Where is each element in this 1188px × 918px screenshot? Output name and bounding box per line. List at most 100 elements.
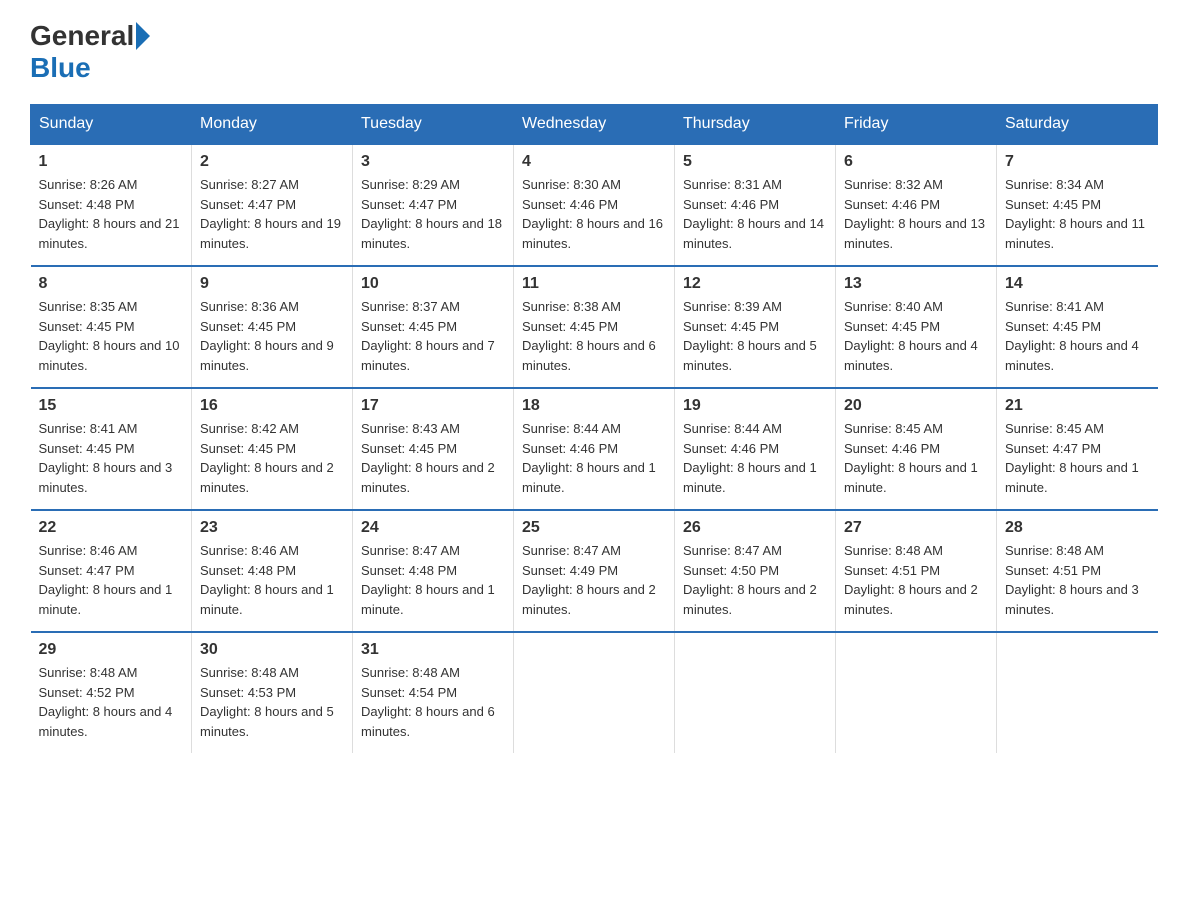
calendar-cell: 5 Sunrise: 8:31 AMSunset: 4:46 PMDayligh… [675,144,836,266]
day-number: 9 [200,275,344,293]
calendar-week-row: 8 Sunrise: 8:35 AMSunset: 4:45 PMDayligh… [31,266,1158,388]
calendar-cell: 9 Sunrise: 8:36 AMSunset: 4:45 PMDayligh… [192,266,353,388]
day-number: 6 [844,153,988,171]
day-info: Sunrise: 8:32 AMSunset: 4:46 PMDaylight:… [844,175,988,253]
calendar-cell: 27 Sunrise: 8:48 AMSunset: 4:51 PMDaylig… [836,510,997,632]
day-number: 5 [683,153,827,171]
header-wednesday: Wednesday [514,105,675,145]
day-number: 2 [200,153,344,171]
day-number: 14 [1005,275,1150,293]
day-number: 20 [844,397,988,415]
day-info: Sunrise: 8:30 AMSunset: 4:46 PMDaylight:… [522,175,666,253]
day-info: Sunrise: 8:39 AMSunset: 4:45 PMDaylight:… [683,297,827,375]
logo-general-text: General [30,20,134,52]
day-number: 29 [39,641,184,659]
logo-triangle-icon [136,22,150,50]
day-info: Sunrise: 8:37 AMSunset: 4:45 PMDaylight:… [361,297,505,375]
calendar-cell: 28 Sunrise: 8:48 AMSunset: 4:51 PMDaylig… [997,510,1158,632]
header-monday: Monday [192,105,353,145]
calendar-week-row: 1 Sunrise: 8:26 AMSunset: 4:48 PMDayligh… [31,144,1158,266]
calendar-cell: 31 Sunrise: 8:48 AMSunset: 4:54 PMDaylig… [353,632,514,753]
day-number: 27 [844,519,988,537]
day-number: 25 [522,519,666,537]
day-info: Sunrise: 8:44 AMSunset: 4:46 PMDaylight:… [522,419,666,497]
day-number: 16 [200,397,344,415]
page-header: General Blue [30,20,1158,84]
day-info: Sunrise: 8:48 AMSunset: 4:51 PMDaylight:… [844,541,988,619]
header-sunday: Sunday [31,105,192,145]
day-info: Sunrise: 8:34 AMSunset: 4:45 PMDaylight:… [1005,175,1150,253]
calendar-cell: 24 Sunrise: 8:47 AMSunset: 4:48 PMDaylig… [353,510,514,632]
day-info: Sunrise: 8:41 AMSunset: 4:45 PMDaylight:… [1005,297,1150,375]
day-info: Sunrise: 8:48 AMSunset: 4:52 PMDaylight:… [39,663,184,741]
logo-blue-text: Blue [30,52,91,84]
day-number: 7 [1005,153,1150,171]
day-number: 10 [361,275,505,293]
calendar-cell: 10 Sunrise: 8:37 AMSunset: 4:45 PMDaylig… [353,266,514,388]
day-info: Sunrise: 8:48 AMSunset: 4:51 PMDaylight:… [1005,541,1150,619]
day-info: Sunrise: 8:46 AMSunset: 4:47 PMDaylight:… [39,541,184,619]
calendar-cell: 15 Sunrise: 8:41 AMSunset: 4:45 PMDaylig… [31,388,192,510]
day-info: Sunrise: 8:36 AMSunset: 4:45 PMDaylight:… [200,297,344,375]
day-info: Sunrise: 8:45 AMSunset: 4:46 PMDaylight:… [844,419,988,497]
calendar-cell: 22 Sunrise: 8:46 AMSunset: 4:47 PMDaylig… [31,510,192,632]
day-info: Sunrise: 8:42 AMSunset: 4:45 PMDaylight:… [200,419,344,497]
day-info: Sunrise: 8:47 AMSunset: 4:48 PMDaylight:… [361,541,505,619]
calendar-cell: 19 Sunrise: 8:44 AMSunset: 4:46 PMDaylig… [675,388,836,510]
calendar-header-row: SundayMondayTuesdayWednesdayThursdayFrid… [31,105,1158,145]
day-number: 18 [522,397,666,415]
day-number: 30 [200,641,344,659]
calendar-cell [836,632,997,753]
day-number: 12 [683,275,827,293]
logo: General Blue [30,20,152,84]
calendar-cell: 12 Sunrise: 8:39 AMSunset: 4:45 PMDaylig… [675,266,836,388]
day-info: Sunrise: 8:40 AMSunset: 4:45 PMDaylight:… [844,297,988,375]
calendar-cell: 6 Sunrise: 8:32 AMSunset: 4:46 PMDayligh… [836,144,997,266]
calendar-cell: 25 Sunrise: 8:47 AMSunset: 4:49 PMDaylig… [514,510,675,632]
calendar-cell: 30 Sunrise: 8:48 AMSunset: 4:53 PMDaylig… [192,632,353,753]
day-info: Sunrise: 8:47 AMSunset: 4:49 PMDaylight:… [522,541,666,619]
calendar-cell: 2 Sunrise: 8:27 AMSunset: 4:47 PMDayligh… [192,144,353,266]
header-friday: Friday [836,105,997,145]
day-info: Sunrise: 8:31 AMSunset: 4:46 PMDaylight:… [683,175,827,253]
day-number: 11 [522,275,666,293]
day-number: 17 [361,397,505,415]
calendar-cell: 14 Sunrise: 8:41 AMSunset: 4:45 PMDaylig… [997,266,1158,388]
day-info: Sunrise: 8:47 AMSunset: 4:50 PMDaylight:… [683,541,827,619]
day-info: Sunrise: 8:48 AMSunset: 4:54 PMDaylight:… [361,663,505,741]
day-number: 21 [1005,397,1150,415]
calendar-cell: 16 Sunrise: 8:42 AMSunset: 4:45 PMDaylig… [192,388,353,510]
calendar-cell: 20 Sunrise: 8:45 AMSunset: 4:46 PMDaylig… [836,388,997,510]
calendar-week-row: 29 Sunrise: 8:48 AMSunset: 4:52 PMDaylig… [31,632,1158,753]
header-tuesday: Tuesday [353,105,514,145]
day-number: 28 [1005,519,1150,537]
header-saturday: Saturday [997,105,1158,145]
calendar-week-row: 22 Sunrise: 8:46 AMSunset: 4:47 PMDaylig… [31,510,1158,632]
calendar-cell: 3 Sunrise: 8:29 AMSunset: 4:47 PMDayligh… [353,144,514,266]
calendar-cell: 17 Sunrise: 8:43 AMSunset: 4:45 PMDaylig… [353,388,514,510]
day-info: Sunrise: 8:43 AMSunset: 4:45 PMDaylight:… [361,419,505,497]
day-number: 8 [39,275,184,293]
calendar-cell: 8 Sunrise: 8:35 AMSunset: 4:45 PMDayligh… [31,266,192,388]
day-info: Sunrise: 8:46 AMSunset: 4:48 PMDaylight:… [200,541,344,619]
calendar-cell: 11 Sunrise: 8:38 AMSunset: 4:45 PMDaylig… [514,266,675,388]
day-info: Sunrise: 8:29 AMSunset: 4:47 PMDaylight:… [361,175,505,253]
day-number: 23 [200,519,344,537]
calendar-cell: 23 Sunrise: 8:46 AMSunset: 4:48 PMDaylig… [192,510,353,632]
day-number: 4 [522,153,666,171]
calendar-cell: 1 Sunrise: 8:26 AMSunset: 4:48 PMDayligh… [31,144,192,266]
day-number: 26 [683,519,827,537]
calendar-week-row: 15 Sunrise: 8:41 AMSunset: 4:45 PMDaylig… [31,388,1158,510]
day-info: Sunrise: 8:27 AMSunset: 4:47 PMDaylight:… [200,175,344,253]
calendar-cell: 26 Sunrise: 8:47 AMSunset: 4:50 PMDaylig… [675,510,836,632]
day-number: 22 [39,519,184,537]
calendar-cell: 18 Sunrise: 8:44 AMSunset: 4:46 PMDaylig… [514,388,675,510]
day-info: Sunrise: 8:41 AMSunset: 4:45 PMDaylight:… [39,419,184,497]
day-info: Sunrise: 8:26 AMSunset: 4:48 PMDaylight:… [39,175,184,253]
day-number: 1 [39,153,184,171]
calendar-cell: 29 Sunrise: 8:48 AMSunset: 4:52 PMDaylig… [31,632,192,753]
calendar-cell [997,632,1158,753]
day-number: 13 [844,275,988,293]
calendar-cell: 4 Sunrise: 8:30 AMSunset: 4:46 PMDayligh… [514,144,675,266]
calendar-cell: 7 Sunrise: 8:34 AMSunset: 4:45 PMDayligh… [997,144,1158,266]
